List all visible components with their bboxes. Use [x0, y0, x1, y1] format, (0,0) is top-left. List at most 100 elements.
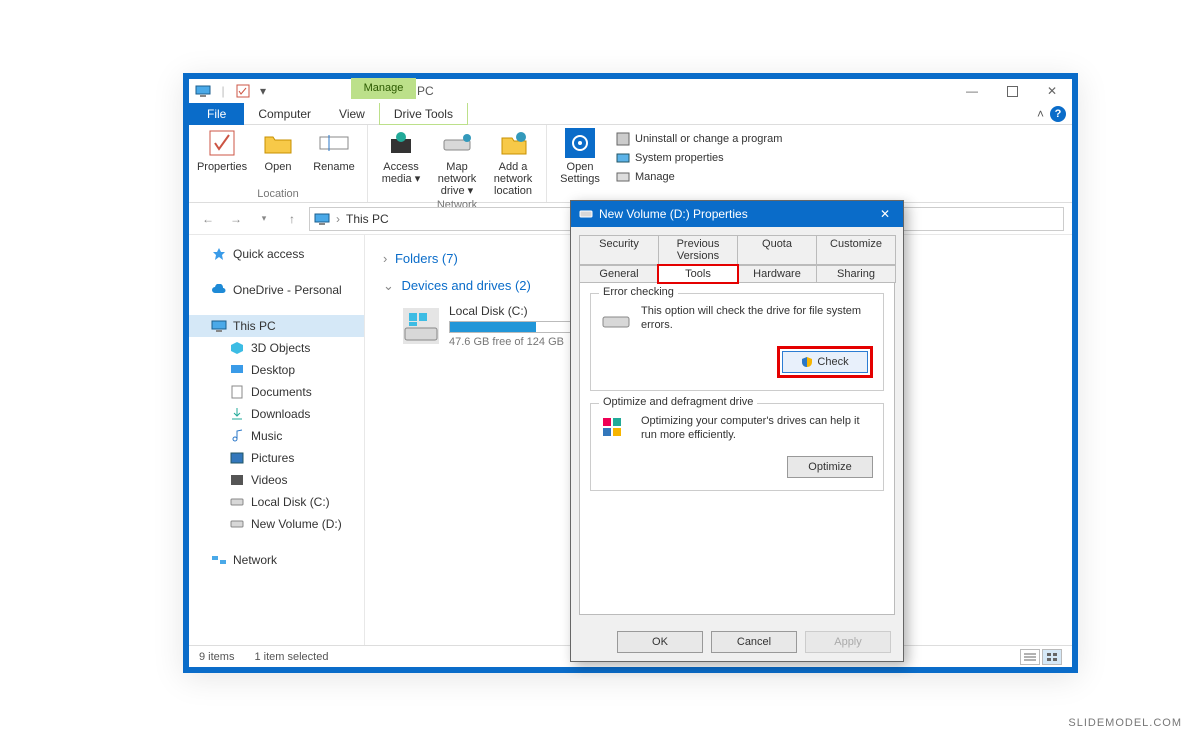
menu-bar: File Computer View Drive Tools ˄ ?: [189, 103, 1072, 125]
sidebar-3d-objects[interactable]: 3D Objects: [189, 337, 364, 359]
cancel-button[interactable]: Cancel: [711, 631, 797, 653]
view-large-icons-button[interactable]: [1042, 649, 1062, 665]
properties-button[interactable]: Properties: [197, 127, 247, 186]
item-label: 3D Objects: [251, 341, 310, 355]
titlebar: | ▾ Manage This PC — ✕: [189, 79, 1072, 103]
sidebar-network[interactable]: Network: [189, 549, 364, 571]
dialog-titlebar: New Volume (D:) Properties ✕: [571, 201, 903, 227]
close-button[interactable]: ✕: [1032, 79, 1072, 103]
sidebar-this-pc[interactable]: This PC: [189, 315, 364, 337]
sidebar-desktop[interactable]: Desktop: [189, 359, 364, 381]
nav-tree: Quick access OneDrive - Personal This PC…: [189, 235, 365, 645]
cloud-icon: [211, 282, 227, 298]
uninstall-label: Uninstall or change a program: [635, 133, 782, 145]
minimize-button[interactable]: —: [952, 79, 992, 103]
pc-icon: [314, 212, 330, 226]
status-selected-count: 1 item selected: [254, 651, 328, 663]
drive-name: Local Disk (C:): [449, 304, 589, 318]
open-button[interactable]: Open: [253, 127, 303, 186]
item-label: Videos: [251, 473, 287, 487]
onedrive-label: OneDrive - Personal: [233, 283, 342, 297]
sidebar-local-disk-c[interactable]: Local Disk (C:): [189, 491, 364, 513]
folders-label: Folders (7): [395, 251, 458, 266]
check-button-highlight: Check: [777, 346, 873, 378]
apply-button[interactable]: Apply: [805, 631, 891, 653]
access-media-button[interactable]: Access media ▾: [376, 127, 426, 197]
ok-button[interactable]: OK: [617, 631, 703, 653]
optimize-group: Optimize and defragment drive Optimizing…: [590, 403, 884, 491]
manage-link[interactable]: Manage: [615, 169, 782, 185]
apply-label: Apply: [834, 636, 862, 648]
sidebar-pictures[interactable]: Pictures: [189, 447, 364, 469]
recent-dropdown[interactable]: ▾: [253, 208, 275, 230]
sidebar-onedrive[interactable]: OneDrive - Personal: [189, 279, 364, 301]
pictures-icon: [229, 450, 245, 466]
error-checking-title: Error checking: [599, 286, 678, 298]
defrag-icon: [601, 414, 631, 446]
drives-label: Devices and drives (2): [402, 278, 531, 293]
drive-tools-tab[interactable]: Drive Tools: [379, 103, 468, 125]
tab-general[interactable]: General: [579, 265, 659, 283]
qat-dropdown-icon[interactable]: ▾: [255, 83, 271, 99]
uninstall-program-link[interactable]: Uninstall or change a program: [615, 131, 782, 147]
tab-tools[interactable]: Tools: [658, 265, 738, 283]
sidebar-new-volume-d[interactable]: New Volume (D:): [189, 513, 364, 535]
add-network-label: Add a network location: [488, 161, 538, 197]
computer-tab[interactable]: Computer: [244, 103, 325, 125]
rename-button[interactable]: Rename: [309, 127, 359, 186]
document-icon: [229, 384, 245, 400]
qat-properties-icon[interactable]: [235, 83, 251, 99]
tab-sharing[interactable]: Sharing: [816, 265, 896, 283]
drive-icon: [403, 308, 439, 344]
properties-label: Properties: [197, 161, 247, 173]
drive-icon: [229, 494, 245, 510]
map-network-drive-button[interactable]: Map network drive ▾: [432, 127, 482, 197]
system-properties-link[interactable]: System properties: [615, 150, 782, 166]
back-button[interactable]: ←: [197, 208, 219, 230]
system-props-label: System properties: [635, 152, 724, 164]
pc-icon: [211, 318, 227, 334]
ribbon-group-location: Location: [197, 186, 359, 202]
help-icon[interactable]: ?: [1050, 106, 1066, 122]
tab-previous-versions[interactable]: Previous Versions: [658, 235, 738, 265]
view-details-button[interactable]: [1020, 649, 1040, 665]
tab-quota[interactable]: Quota: [737, 235, 817, 265]
chevron-down-icon: ⌄: [383, 278, 394, 294]
item-label: Music: [251, 429, 282, 443]
ok-label: OK: [652, 636, 668, 648]
collapse-ribbon-icon[interactable]: ˄: [1037, 107, 1050, 121]
sidebar-music[interactable]: Music: [189, 425, 364, 447]
up-button[interactable]: ↑: [281, 208, 303, 230]
manage-context-tab[interactable]: Manage: [351, 78, 416, 99]
manage-label: Manage: [635, 171, 675, 183]
view-tab[interactable]: View: [325, 103, 379, 125]
file-tab[interactable]: File: [189, 103, 244, 125]
check-button[interactable]: Check: [782, 351, 868, 373]
add-network-location-button[interactable]: Add a network location: [488, 127, 538, 197]
status-item-count: 9 items: [199, 651, 234, 663]
tab-hardware[interactable]: Hardware: [737, 265, 817, 283]
forward-button[interactable]: →: [225, 208, 247, 230]
dialog-body: Error checking This option will check th…: [579, 283, 895, 615]
optimize-button[interactable]: Optimize: [787, 456, 873, 478]
sidebar-downloads[interactable]: Downloads: [189, 403, 364, 425]
drive-check-icon: [601, 304, 631, 336]
sidebar-quick-access[interactable]: Quick access: [189, 243, 364, 265]
open-settings-button[interactable]: Open Settings: [555, 127, 605, 185]
tab-security[interactable]: Security: [579, 235, 659, 265]
tab-customize[interactable]: Customize: [816, 235, 896, 265]
drive-freespace: 47.6 GB free of 124 GB: [449, 336, 589, 348]
optimize-text: Optimizing your computer's drives can he…: [641, 414, 873, 446]
dialog-close-button[interactable]: ✕: [875, 207, 895, 221]
system-props-icon: [615, 150, 631, 166]
shield-icon: [801, 356, 813, 368]
pc-icon: [195, 83, 211, 99]
item-label: Downloads: [251, 407, 310, 421]
chevron-right-icon: ›: [336, 212, 340, 226]
sidebar-documents[interactable]: Documents: [189, 381, 364, 403]
optimize-title: Optimize and defragment drive: [599, 396, 757, 408]
sidebar-videos[interactable]: Videos: [189, 469, 364, 491]
uninstall-icon: [615, 131, 631, 147]
item-label: Pictures: [251, 451, 294, 465]
maximize-button[interactable]: [992, 79, 1032, 103]
